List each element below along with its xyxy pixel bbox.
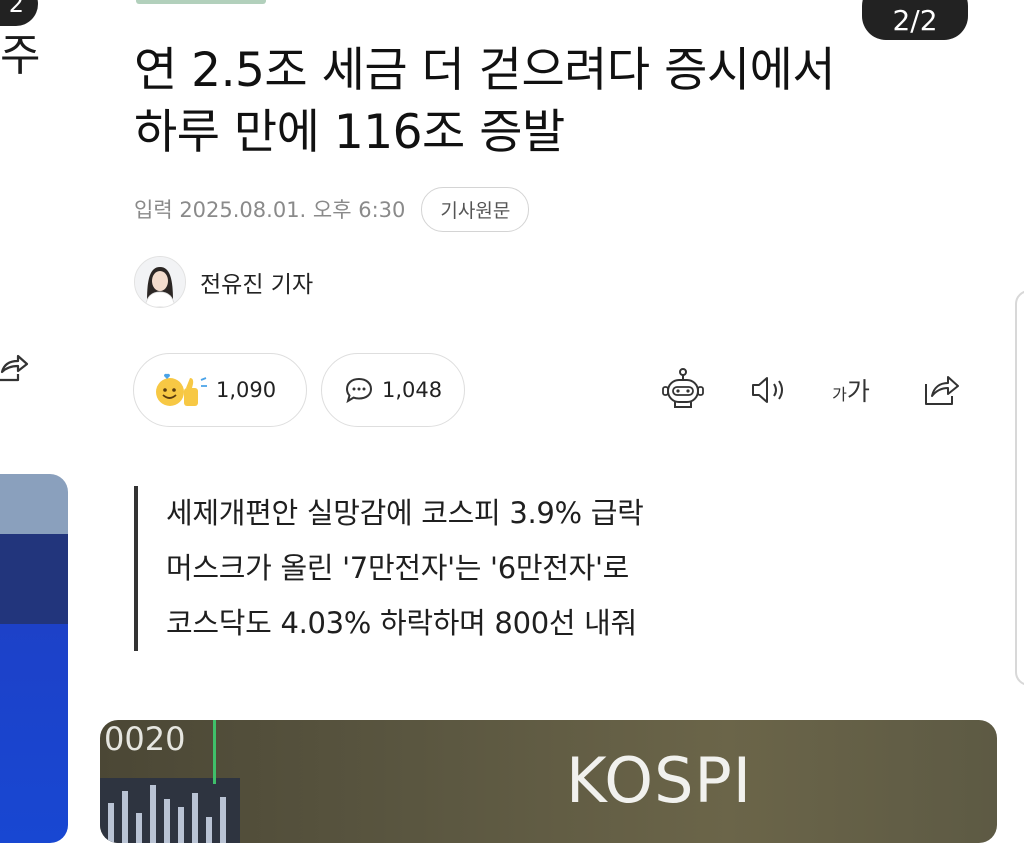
headline-line-2: 하루 만에 116조 증발 — [134, 105, 565, 160]
font-size-button[interactable]: 가가 — [826, 365, 876, 415]
ticker-divider — [213, 720, 216, 784]
comments-count: 1,048 — [382, 378, 443, 402]
left-page-indicator: 2 — [0, 0, 38, 26]
author-name[interactable]: 전유진 기자 — [200, 265, 313, 299]
next-card-edge[interactable] — [1015, 290, 1024, 686]
photo-ticker-text: 0020 — [104, 720, 186, 758]
author-avatar[interactable] — [134, 256, 186, 308]
author-byline[interactable]: 전유진 기자 — [134, 256, 313, 308]
section-label-fragment — [136, 0, 266, 4]
article-meta: 입력 2025.08.01. 오후 6:30 기사원문 — [134, 186, 530, 232]
left-card-thumbnail[interactable] — [0, 474, 68, 843]
photo-kospi-board: KOSPI — [566, 744, 753, 817]
reaction-button[interactable]: 1,090 — [133, 353, 307, 427]
article-photo[interactable]: 0020 KOSPI — [100, 720, 997, 843]
listen-button[interactable] — [744, 365, 792, 415]
published-date: 입력 2025.08.01. 오후 6:30 — [134, 198, 406, 222]
subheading-3: 코스닥도 4.03% 하락하며 800선 내줘 — [166, 606, 637, 640]
share-button[interactable] — [916, 365, 964, 415]
subheading-2: 머스크가 올린 '7만전자'는 '6만전자'로 — [166, 551, 630, 585]
smile-thumbs-icon — [156, 373, 207, 406]
comments-button[interactable]: 1,048 — [321, 353, 465, 427]
comment-icon — [345, 377, 373, 404]
headline-line-1: 연 2.5조 세금 더 걷으려다 증시에서 — [134, 43, 836, 98]
page-indicator: 2/2 — [862, 0, 968, 40]
left-card-title-fragment[interactable]: 주 — [0, 34, 40, 78]
left-share-icon[interactable] — [0, 352, 30, 384]
summary-bot-button[interactable] — [657, 365, 709, 415]
avatar-portrait-icon — [135, 257, 185, 307]
article-headline: 연 2.5조 세금 더 걷으려다 증시에서 하루 만에 116조 증발 — [134, 40, 934, 164]
original-article-button[interactable]: 기사원문 — [421, 186, 530, 232]
font-size-label-small: 가 — [832, 385, 847, 404]
monitor-screen — [100, 778, 240, 843]
share-icon — [925, 376, 959, 405]
font-size-label-large: 가 — [846, 377, 870, 406]
robot-summary-icon — [662, 368, 704, 408]
article-subheadings: 세제개편안 실망감에 코스피 3.9% 급락 머스크가 올린 '7만전자'는 '… — [134, 486, 644, 651]
speaker-icon — [752, 377, 783, 403]
subheading-1: 세제개편안 실망감에 코스피 3.9% 급락 — [166, 496, 644, 530]
likes-count: 1,090 — [216, 378, 277, 402]
font-size-icon: 가가 — [832, 372, 870, 408]
